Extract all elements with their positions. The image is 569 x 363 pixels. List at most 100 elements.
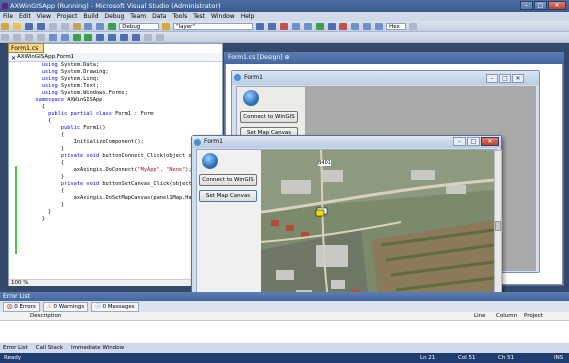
col-line[interactable]: Line: [474, 312, 485, 321]
tab-form1-design[interactable]: Form1.cs [Design] ⊕: [224, 52, 564, 64]
messages-filter[interactable]: ⓘ 0 Messages: [91, 301, 139, 312]
tab-immediate-window[interactable]: Immediate Window: [71, 343, 124, 353]
code-line[interactable]: using System.Windows.Forms;: [29, 90, 222, 97]
parameter-info-icon[interactable]: [12, 34, 21, 41]
code-line[interactable]: public Form1(): [29, 125, 222, 132]
visual-studio-window: AXWinGISApp (Running) - Microsoft Visual…: [0, 0, 569, 363]
col-column[interactable]: Column: [496, 312, 517, 321]
col-project[interactable]: Project: [524, 312, 543, 321]
tab-error-list[interactable]: Error List: [3, 343, 28, 353]
run-close-button[interactable]: ✕: [481, 137, 499, 146]
code-line[interactable]: namespace AXWinGISApp: [29, 97, 222, 104]
menu-help[interactable]: Help: [241, 12, 255, 21]
warnings-count: 0 Warnings: [53, 303, 85, 310]
copy-icon[interactable]: [60, 23, 69, 30]
uncomment-icon[interactable]: [84, 34, 93, 41]
connect-to-wingis-button[interactable]: Connect to WinGIS: [199, 174, 257, 186]
code-line[interactable]: {: [29, 118, 222, 125]
menu-test[interactable]: Test: [193, 12, 205, 21]
hex-toggle[interactable]: Hex: [386, 23, 407, 30]
tab-call-stack[interactable]: Call Stack: [36, 343, 63, 353]
toolbox-icon[interactable]: [291, 23, 300, 30]
break-all-icon[interactable]: [327, 23, 336, 30]
design-maximize-icon: □: [499, 74, 511, 83]
cut-icon[interactable]: [48, 23, 57, 30]
decrease-indent-icon[interactable]: [48, 34, 57, 41]
menu-edit[interactable]: Edit: [19, 12, 31, 21]
map-road-label: B401: [318, 160, 331, 166]
code-line[interactable]: {: [29, 104, 222, 111]
properties-icon[interactable]: [279, 23, 288, 30]
menu-project[interactable]: Project: [57, 12, 78, 21]
start-debug-icon[interactable]: [108, 23, 117, 30]
member-list-icon[interactable]: [1, 34, 9, 41]
maximize-button[interactable]: □: [534, 1, 547, 10]
run-minimize-button[interactable]: –: [453, 137, 466, 146]
run-maximize-button[interactable]: □: [467, 137, 480, 146]
object-browser-icon[interactable]: [303, 23, 312, 30]
code-line[interactable]: using System.Data;: [29, 62, 222, 69]
code-keyword: using: [41, 76, 58, 82]
vertical-scroll-thumb[interactable]: [495, 221, 501, 231]
new-project-icon[interactable]: [1, 23, 9, 30]
code-line[interactable]: public partial class Form1 : Form: [29, 111, 222, 118]
menu-data[interactable]: Data: [152, 12, 166, 21]
menu-debug[interactable]: Debug: [105, 12, 125, 21]
design-form-controls: – □ ✕: [486, 74, 524, 83]
menu-team[interactable]: Team: [130, 12, 146, 21]
save-icon[interactable]: [24, 23, 33, 30]
code-line[interactable]: using System.Drawing;: [29, 69, 222, 76]
code-line[interactable]: using System.Linq;: [29, 76, 222, 83]
quick-info-icon[interactable]: [24, 34, 33, 41]
menu-build[interactable]: Build: [83, 12, 98, 21]
solution-explorer-icon[interactable]: [267, 23, 276, 30]
warnings-filter[interactable]: ⚠ 0 Warnings: [42, 301, 89, 312]
menu-file[interactable]: File: [3, 12, 13, 21]
menu-window[interactable]: Window: [211, 12, 235, 21]
paste-icon[interactable]: [72, 23, 81, 30]
find-icon[interactable]: [162, 23, 171, 30]
find-input[interactable]: "layer": [173, 23, 254, 30]
continue-icon[interactable]: [315, 23, 324, 30]
prev-bookmark-icon[interactable]: [108, 34, 117, 41]
clear-bookmarks-icon[interactable]: [132, 34, 141, 41]
col-description[interactable]: Description: [30, 312, 61, 321]
layout-icon[interactable]: [144, 34, 153, 41]
step-out-icon[interactable]: [375, 23, 384, 30]
align-icon[interactable]: [155, 34, 164, 41]
complete-word-icon[interactable]: [36, 34, 45, 41]
design-minimize-icon: –: [486, 74, 498, 83]
menu-view[interactable]: View: [37, 12, 51, 21]
find-in-files-icon[interactable]: [255, 23, 264, 30]
step-over-icon[interactable]: [363, 23, 372, 30]
increase-indent-icon[interactable]: [60, 34, 69, 41]
running-form-title: Form1: [204, 138, 223, 145]
minimize-button[interactable]: –: [520, 1, 533, 10]
code-line[interactable]: using System.Text;: [29, 83, 222, 90]
open-file-icon[interactable]: [12, 23, 21, 30]
stop-debug-icon[interactable]: [339, 23, 348, 30]
set-map-canvas-button[interactable]: Set Map Canvas: [199, 190, 257, 202]
code-keyword: private void: [60, 153, 100, 159]
tab-form1-cs[interactable]: Form1.cs ✕: [8, 43, 44, 62]
status-char: Ch 51: [498, 355, 515, 361]
save-all-icon[interactable]: [36, 23, 45, 30]
undo-icon[interactable]: [84, 23, 93, 30]
redo-icon[interactable]: [96, 23, 105, 30]
breakpoints-icon[interactable]: [409, 23, 418, 30]
menu-tools[interactable]: Tools: [172, 12, 187, 21]
next-bookmark-icon[interactable]: [120, 34, 129, 41]
errors-filter[interactable]: ⨂ 0 Errors: [3, 301, 40, 312]
standard-toolbar: Debug "layer" Hex: [0, 21, 569, 32]
design-connect-button[interactable]: Connect to WinGIS: [240, 111, 298, 123]
bookmark-icon[interactable]: [96, 34, 105, 41]
step-into-icon[interactable]: [351, 23, 360, 30]
solution-config-select[interactable]: Debug: [119, 23, 160, 30]
close-button[interactable]: ✕: [548, 1, 566, 10]
status-column: Col 51: [458, 355, 476, 361]
comment-icon[interactable]: [72, 34, 81, 41]
navigation-bar[interactable]: AXWinGISApp.Form1: [9, 53, 222, 62]
globe-icon: [243, 90, 259, 106]
visual-studio-icon: [2, 3, 8, 9]
type-dropdown[interactable]: AXWinGISApp.Form1: [17, 54, 74, 60]
